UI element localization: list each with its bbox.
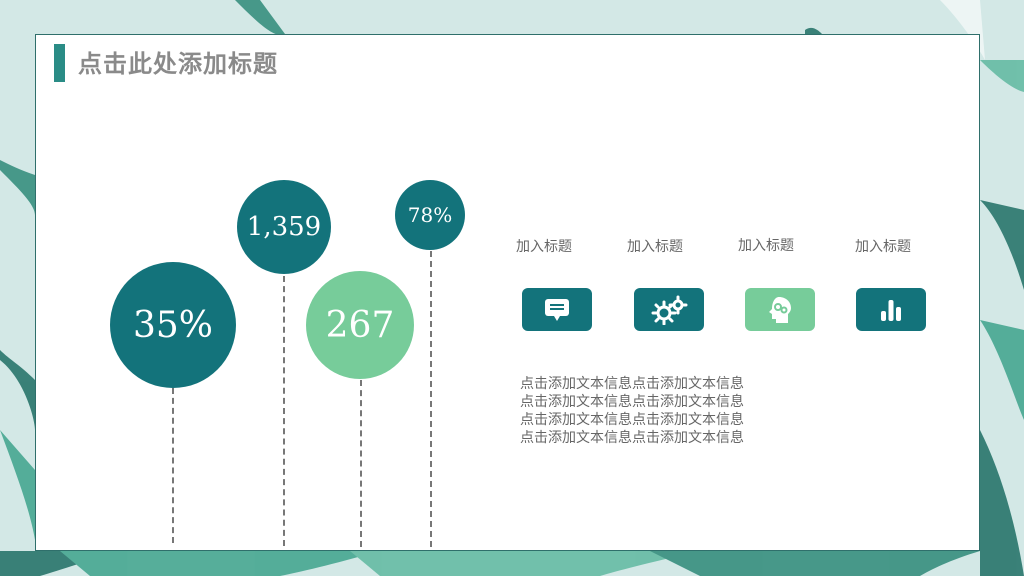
stat-stem-1 [172,388,174,543]
bar-chart-icon [881,299,901,321]
stat-value: 267 [325,304,395,346]
feature-label-2: 加入标题 [627,239,683,255]
feature-button-3[interactable] [745,288,815,331]
feature-label-1: 加入标题 [516,239,572,255]
feature-button-4[interactable] [856,288,926,331]
stat-value: 1,359 [246,212,322,242]
feature-button-1[interactable] [522,288,592,331]
stat-bubble-3: 267 [306,271,414,379]
description-line: 点击添加文本信息点击添加文本信息 [520,394,744,410]
stat-value: 78% [407,203,453,227]
feature-label-4: 加入标题 [855,239,911,255]
title-accent-bar [54,44,65,82]
slide-title[interactable]: 点击此处添加标题 [78,48,278,80]
description-line: 点击添加文本信息点击添加文本信息 [520,412,744,428]
stat-bubble-1: 35% [110,262,236,388]
description-text[interactable]: 点击添加文本信息点击添加文本信息 点击添加文本信息点击添加文本信息 点击添加文本… [520,375,744,447]
stat-stem-4 [430,251,432,547]
stat-bubble-4: 78% [395,180,465,250]
stat-bubble-2: 1,359 [237,180,331,274]
gears-icon [651,295,688,325]
description-line: 点击添加文本信息点击添加文本信息 [520,376,744,392]
stat-value: 35% [132,304,213,346]
stat-stem-3 [360,380,362,547]
feature-label-3: 加入标题 [738,238,794,254]
stat-stem-2 [283,276,285,546]
feature-button-2[interactable] [634,288,704,331]
head-gears-icon [769,296,791,323]
message-icon [545,298,569,321]
description-line: 点击添加文本信息点击添加文本信息 [520,430,744,446]
